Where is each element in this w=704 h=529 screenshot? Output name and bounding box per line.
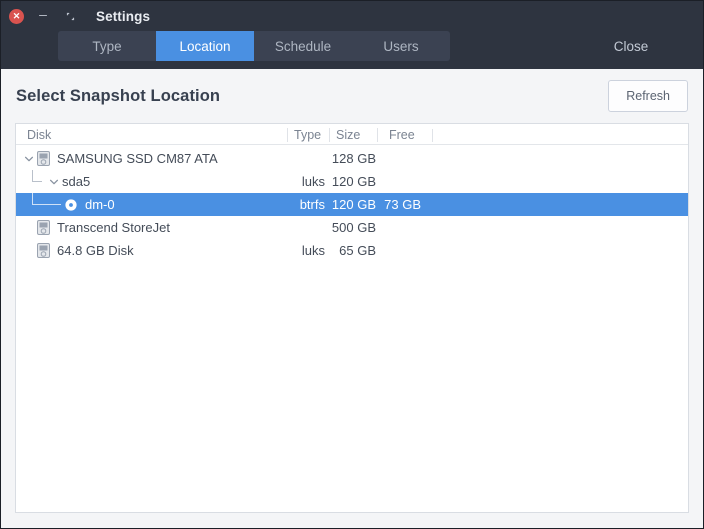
tree-connector-line <box>28 193 64 216</box>
disk-cell: 64.8 GB Disk <box>16 243 287 258</box>
page-header: Select Snapshot Location Refresh <box>15 69 689 123</box>
page-title: Select Snapshot Location <box>16 86 221 105</box>
column-header-size[interactable]: Size <box>329 128 377 142</box>
drive-icon <box>37 151 50 166</box>
column-header-divider <box>432 128 433 142</box>
size-cell: 120 GB <box>331 174 376 189</box>
tab-users[interactable]: Users <box>352 31 450 61</box>
tree-connector-line <box>28 170 45 193</box>
refresh-button[interactable]: Refresh <box>608 80 688 112</box>
titlebar: ✕ – Settings <box>1 1 703 31</box>
size-cell: 120 GB <box>331 197 376 212</box>
close-window-icon[interactable]: ✕ <box>9 8 24 24</box>
disk-name-label: sda5 <box>62 174 91 189</box>
chevron-down-icon[interactable] <box>45 177 62 187</box>
chevron-down-icon[interactable] <box>20 154 37 164</box>
minimize-window-icon[interactable]: – <box>35 6 51 27</box>
tab-strip-row: Type Location Schedule Users Close <box>1 31 703 69</box>
column-header-type[interactable]: Type <box>287 128 329 142</box>
filesystem-type-cell: luks <box>301 243 325 258</box>
disk-cell: Transcend StoreJet <box>16 220 287 235</box>
maximize-window-icon[interactable] <box>62 8 78 24</box>
disk-tree-panel: Disk Type Size Free SAMSUNG SSD CM87 ATA… <box>15 123 689 513</box>
table-row[interactable]: sda5 luks 120 GB <box>16 170 688 193</box>
disk-cell: dm-0 <box>16 193 287 216</box>
filesystem-type-cell: luks <box>301 174 325 189</box>
window-title: Settings <box>96 8 151 24</box>
table-row[interactable]: Transcend StoreJet 500 GB <box>16 216 688 239</box>
free-space-cell: 73 GB <box>384 197 421 212</box>
tab-type[interactable]: Type <box>58 31 156 61</box>
column-header-disk[interactable]: Disk <box>16 128 287 142</box>
table-row[interactable]: SAMSUNG SSD CM87 ATA 128 GB <box>16 147 688 170</box>
drive-icon <box>37 220 50 235</box>
content-area: Select Snapshot Location Refresh Disk Ty… <box>1 69 703 528</box>
disk-cell: SAMSUNG SSD CM87 ATA <box>16 151 287 166</box>
drive-icon <box>37 243 50 258</box>
column-header-free[interactable]: Free <box>377 128 432 142</box>
close-button[interactable]: Close <box>559 31 703 61</box>
partition-icon <box>64 198 78 212</box>
disk-name-label: 64.8 GB Disk <box>57 243 134 258</box>
window-controls: ✕ – <box>9 6 78 27</box>
size-cell: 128 GB <box>331 151 376 166</box>
disk-name-label: Transcend StoreJet <box>57 220 170 235</box>
settings-window: ✕ – Settings Type Location Schedule User… <box>0 0 704 529</box>
size-cell: 65 GB <box>339 243 376 258</box>
size-cell: 500 GB <box>331 220 376 235</box>
filesystem-type-cell: btrfs <box>299 197 325 212</box>
disk-name-label: dm-0 <box>85 197 115 212</box>
table-row[interactable]: dm-0 btrfs 120 GB 73 GB <box>16 193 688 216</box>
disk-tree-body: SAMSUNG SSD CM87 ATA 128 GB sda5 luks 120 GB… <box>16 145 688 512</box>
tab-schedule[interactable]: Schedule <box>254 31 352 61</box>
disk-cell: sda5 <box>16 170 287 193</box>
tab-strip: Type Location Schedule Users <box>58 31 450 61</box>
table-row[interactable]: 64.8 GB Disk luks 65 GB <box>16 239 688 262</box>
tab-location[interactable]: Location <box>156 31 254 61</box>
disk-name-label: SAMSUNG SSD CM87 ATA <box>57 151 218 166</box>
disk-tree-header: Disk Type Size Free <box>16 124 688 145</box>
